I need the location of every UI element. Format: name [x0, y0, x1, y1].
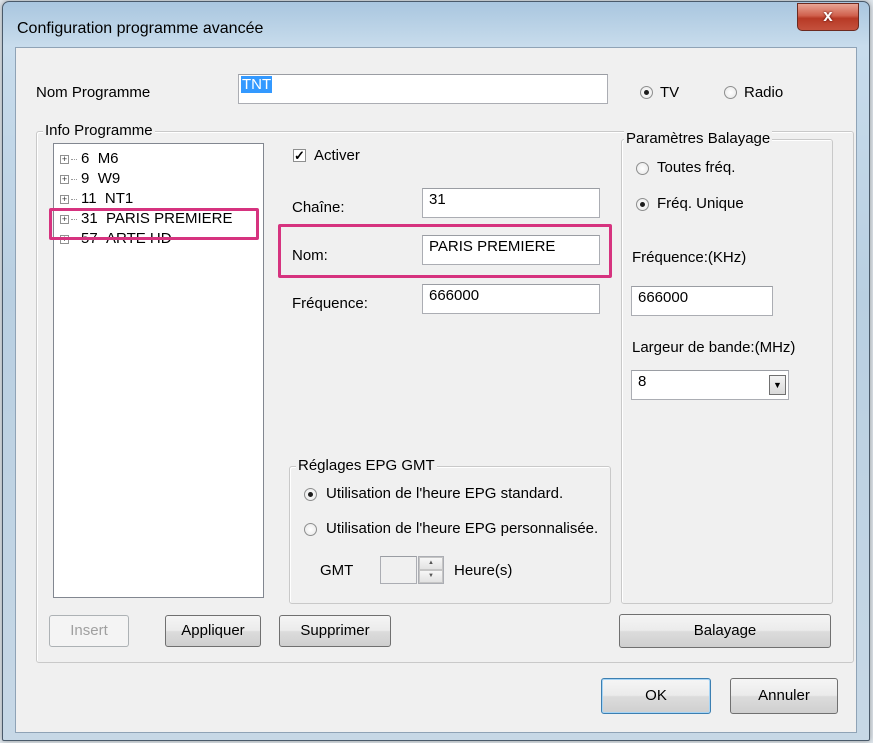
- tv-label: TV: [660, 84, 680, 101]
- tree-item[interactable]: +9 W9: [60, 170, 120, 188]
- epg-title: Réglages EPG GMT: [296, 457, 437, 474]
- chaine-input[interactable]: 31: [422, 188, 600, 218]
- tree-item-name: NT1: [104, 190, 134, 207]
- largeur-value: 8: [638, 373, 647, 390]
- gmt-input[interactable]: [380, 556, 417, 584]
- nom-programme-value: TNT: [241, 76, 273, 93]
- tree-item-number: 11: [81, 190, 97, 207]
- heures-label: Heure(s): [454, 562, 513, 579]
- tree-item-number: 9: [81, 170, 90, 187]
- info-programme-title: Info Programme: [43, 122, 155, 139]
- balayage-title: Paramètres Balayage: [624, 130, 773, 147]
- activer-label: Activer: [314, 147, 360, 164]
- radio-label: Radio: [744, 84, 784, 101]
- tree-item-number: 6: [81, 150, 90, 167]
- largeur-select[interactable]: 8 ▼: [631, 370, 789, 400]
- tree-item-name: W9: [97, 170, 121, 187]
- nom-highlight: [278, 224, 612, 278]
- epg-standard-radio[interactable]: [304, 488, 317, 501]
- chaine-value: 31: [429, 191, 446, 208]
- balayage-frequence-label: Fréquence:(KHz): [632, 249, 747, 266]
- balayage-frequence-value: 666000: [638, 289, 689, 306]
- chevron-down-icon[interactable]: ▼: [769, 375, 786, 395]
- chaine-label: Chaîne:: [292, 199, 345, 216]
- gmt-spinner[interactable]: ▲ ▼: [418, 556, 444, 584]
- spin-down-icon[interactable]: ▼: [419, 570, 443, 583]
- expand-icon[interactable]: +: [60, 174, 69, 184]
- balayage-button[interactable]: Balayage: [619, 614, 831, 648]
- frequence-value: 666000: [429, 287, 480, 304]
- tree-item[interactable]: +11 NT1: [60, 190, 133, 208]
- activer-checkbox[interactable]: ✓: [293, 149, 306, 162]
- appliquer-button-label: Appliquer: [181, 622, 245, 639]
- toutes-freq-radio[interactable]: [636, 162, 649, 175]
- gmt-label: GMT: [320, 562, 354, 579]
- frequence-input[interactable]: 666000: [422, 284, 600, 314]
- epg-custom-label: Utilisation de l'heure EPG personnalisée…: [326, 520, 599, 537]
- freq-unique-label: Fréq. Unique: [657, 195, 744, 212]
- close-icon: x: [823, 6, 833, 25]
- balayage-frequence-input[interactable]: 666000: [631, 286, 773, 316]
- check-icon: ✓: [294, 148, 305, 163]
- toutes-freq-label: Toutes fréq.: [657, 159, 736, 176]
- freq-unique-radio[interactable]: [636, 198, 649, 211]
- insert-button[interactable]: Insert: [49, 615, 129, 647]
- balayage-button-label: Balayage: [693, 622, 757, 639]
- nom-programme-input[interactable]: TNT: [238, 74, 608, 104]
- epg-custom-radio[interactable]: [304, 523, 317, 536]
- supprimer-button[interactable]: Supprimer: [279, 615, 391, 647]
- tree-selection-highlight: [49, 208, 259, 240]
- tv-radio[interactable]: [640, 86, 653, 99]
- dialog-client-area: Nom Programme TNT TV Radio Info Programm…: [15, 47, 857, 733]
- nom-programme-label: Nom Programme: [36, 84, 151, 101]
- tree-item[interactable]: +6 M6: [60, 150, 119, 168]
- ok-button-label: OK: [645, 687, 667, 704]
- insert-button-label: Insert: [70, 622, 108, 639]
- spin-up-icon[interactable]: ▲: [419, 557, 443, 570]
- window-title: Configuration programme avancée: [17, 20, 264, 37]
- annuler-button-label: Annuler: [758, 687, 810, 704]
- radio-radio[interactable]: [724, 86, 737, 99]
- ok-button[interactable]: OK: [601, 678, 711, 714]
- expand-icon[interactable]: +: [60, 194, 69, 204]
- close-button[interactable]: x: [797, 3, 859, 31]
- frequence-label: Fréquence:: [292, 295, 368, 312]
- expand-icon[interactable]: +: [60, 154, 69, 164]
- dialog-window: Configuration programme avancée x Nom Pr…: [2, 1, 870, 741]
- supprimer-button-label: Supprimer: [300, 622, 370, 639]
- appliquer-button[interactable]: Appliquer: [165, 615, 261, 647]
- annuler-button[interactable]: Annuler: [730, 678, 838, 714]
- epg-standard-label: Utilisation de l'heure EPG standard.: [326, 485, 564, 502]
- largeur-label: Largeur de bande:(MHz): [632, 339, 796, 356]
- tree-item-name: M6: [97, 150, 119, 167]
